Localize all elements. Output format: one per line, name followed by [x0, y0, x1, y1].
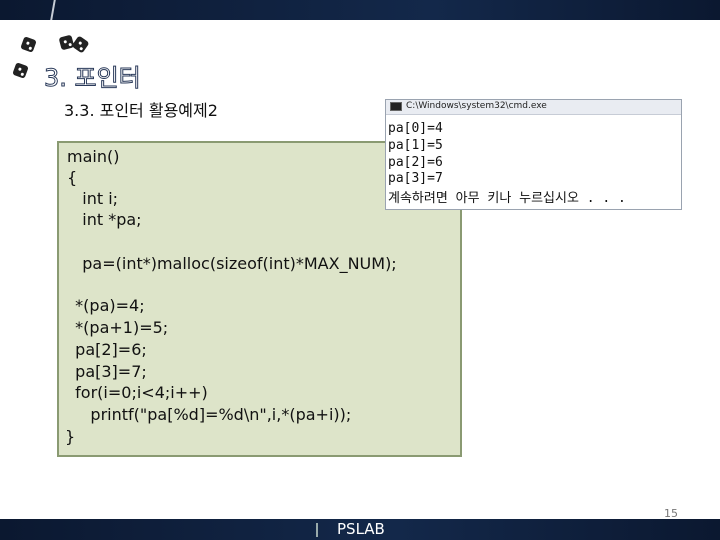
console-titlebar: C:\Windows\system32\cmd.exe [386, 100, 681, 115]
console-output-line: pa[0]=4 [388, 121, 443, 136]
code-line: *(pa)=4; [65, 296, 145, 315]
code-line: printf("pa[%d]=%d\n",i,*(pa+i)); [65, 405, 352, 424]
code-line: int *pa; [67, 210, 142, 229]
code-line: pa[2]=6; [65, 340, 147, 359]
code-line: main() [67, 147, 120, 166]
die-icon [20, 36, 37, 53]
footer-divider [316, 523, 318, 537]
banner-accent [50, 0, 56, 20]
footer-bar: PSLAB [0, 519, 720, 540]
code-line: pa[3]=7; [65, 362, 147, 381]
section-title: 3. 포인터 [44, 64, 142, 93]
console-output-line: 계속하려면 아무 키나 누르십시오 . . . [388, 191, 626, 206]
console-output-line: pa[3]=7 [388, 171, 443, 186]
code-line: pa=(int*)malloc(sizeof(int)*MAX_NUM); [67, 254, 397, 273]
console-window: C:\Windows\system32\cmd.exe pa[0]=4 pa[1… [385, 99, 682, 210]
console-output-line: pa[2]=6 [388, 155, 443, 170]
code-line: for(i=0;i<4;i++) [65, 383, 208, 402]
footer-label: PSLAB [337, 520, 385, 538]
slide-subtitle: 3.3. 포인터 활용예제2 [64, 101, 218, 120]
console-output-line: pa[1]=5 [388, 138, 443, 153]
bullet-die-icon [12, 62, 29, 79]
die-icon [58, 34, 75, 51]
code-line: } [65, 427, 76, 446]
code-line: *(pa+1)=5; [65, 318, 169, 337]
code-line: { [67, 168, 78, 187]
dice-logo-icon [20, 34, 90, 58]
top-banner [0, 0, 720, 20]
cmd-icon [390, 102, 402, 111]
die-icon [71, 35, 90, 54]
code-line: int i; [67, 189, 119, 208]
console-title: C:\Windows\system32\cmd.exe [406, 101, 547, 111]
